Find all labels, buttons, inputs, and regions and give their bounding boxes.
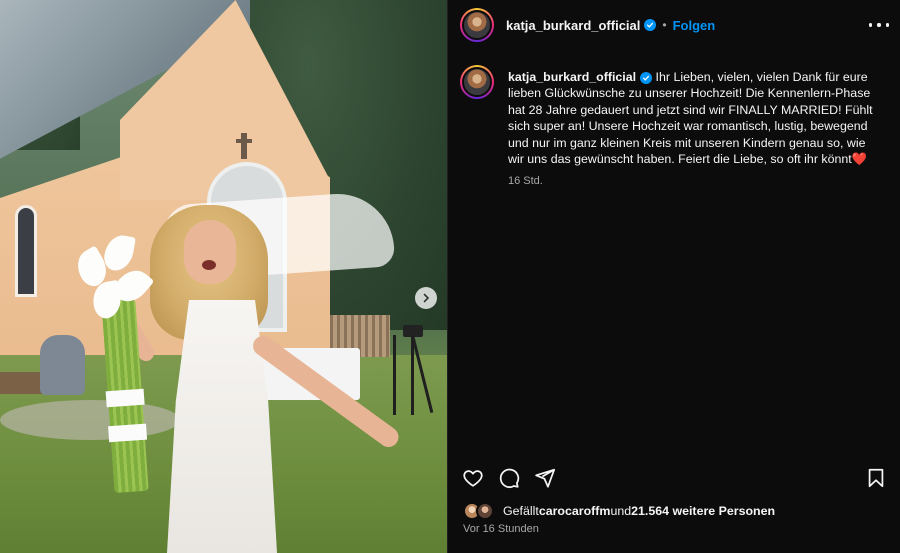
caption-text: Ihr Lieben, vielen, vielen Dank für eure… bbox=[508, 70, 873, 167]
likes-summary[interactable]: Gefällt carocaroffm und 21.564 weitere P… bbox=[463, 502, 775, 520]
seated-man bbox=[40, 335, 85, 395]
next-photo-button[interactable] bbox=[415, 287, 437, 309]
action-bar bbox=[448, 463, 900, 493]
liker-avatars bbox=[463, 502, 499, 520]
share-button[interactable] bbox=[532, 465, 558, 491]
save-button[interactable] bbox=[863, 465, 889, 491]
chevron-right-icon bbox=[423, 293, 430, 303]
camera-tripod bbox=[393, 325, 434, 415]
like-button[interactable] bbox=[460, 465, 486, 491]
profile-avatar[interactable] bbox=[460, 8, 494, 42]
bride-face bbox=[184, 220, 236, 284]
chapel-window bbox=[15, 205, 37, 297]
liker-avatar bbox=[476, 502, 494, 520]
caption-body: katja_burkard_official Ihr Lieben, viele… bbox=[508, 69, 878, 190]
verified-badge-icon bbox=[644, 19, 657, 31]
follow-button[interactable]: Folgen bbox=[673, 18, 716, 33]
likes-user-link[interactable]: carocaroffm bbox=[539, 504, 611, 518]
caption-username[interactable]: katja_burkard_official bbox=[508, 70, 636, 84]
send-icon bbox=[535, 468, 556, 488]
post-details-panel: katja_burkard_official • Folgen katja_bu… bbox=[447, 0, 900, 553]
post-photo[interactable] bbox=[0, 0, 447, 553]
likes-count-link[interactable]: 21.564 weitere Personen bbox=[631, 504, 775, 518]
more-options-icon[interactable] bbox=[869, 16, 889, 34]
bookmark-icon bbox=[868, 468, 884, 488]
comment-button[interactable] bbox=[496, 465, 522, 491]
chapel-cross bbox=[236, 133, 252, 159]
avatar-image bbox=[462, 10, 492, 40]
gravel-path bbox=[0, 400, 180, 440]
comment-icon bbox=[499, 468, 520, 488]
separator-dot: • bbox=[662, 18, 667, 32]
caption-avatar[interactable] bbox=[460, 65, 494, 99]
caption-comment: katja_burkard_official Ihr Lieben, viele… bbox=[460, 65, 890, 190]
heart-icon bbox=[463, 470, 483, 487]
likes-prefix: Gefällt bbox=[503, 504, 539, 518]
verified-badge-icon bbox=[640, 71, 653, 84]
header-username[interactable]: katja_burkard_official bbox=[506, 18, 640, 33]
post-timestamp[interactable]: Vor 16 Stunden bbox=[463, 523, 539, 535]
avatar-image bbox=[462, 67, 492, 97]
post-header: katja_burkard_official • Folgen bbox=[448, 0, 900, 50]
red-heart-emoji: ❤️ bbox=[851, 152, 868, 167]
caption-timestamp[interactable]: 16 Std. bbox=[508, 173, 878, 189]
likes-middle: und bbox=[610, 504, 632, 518]
